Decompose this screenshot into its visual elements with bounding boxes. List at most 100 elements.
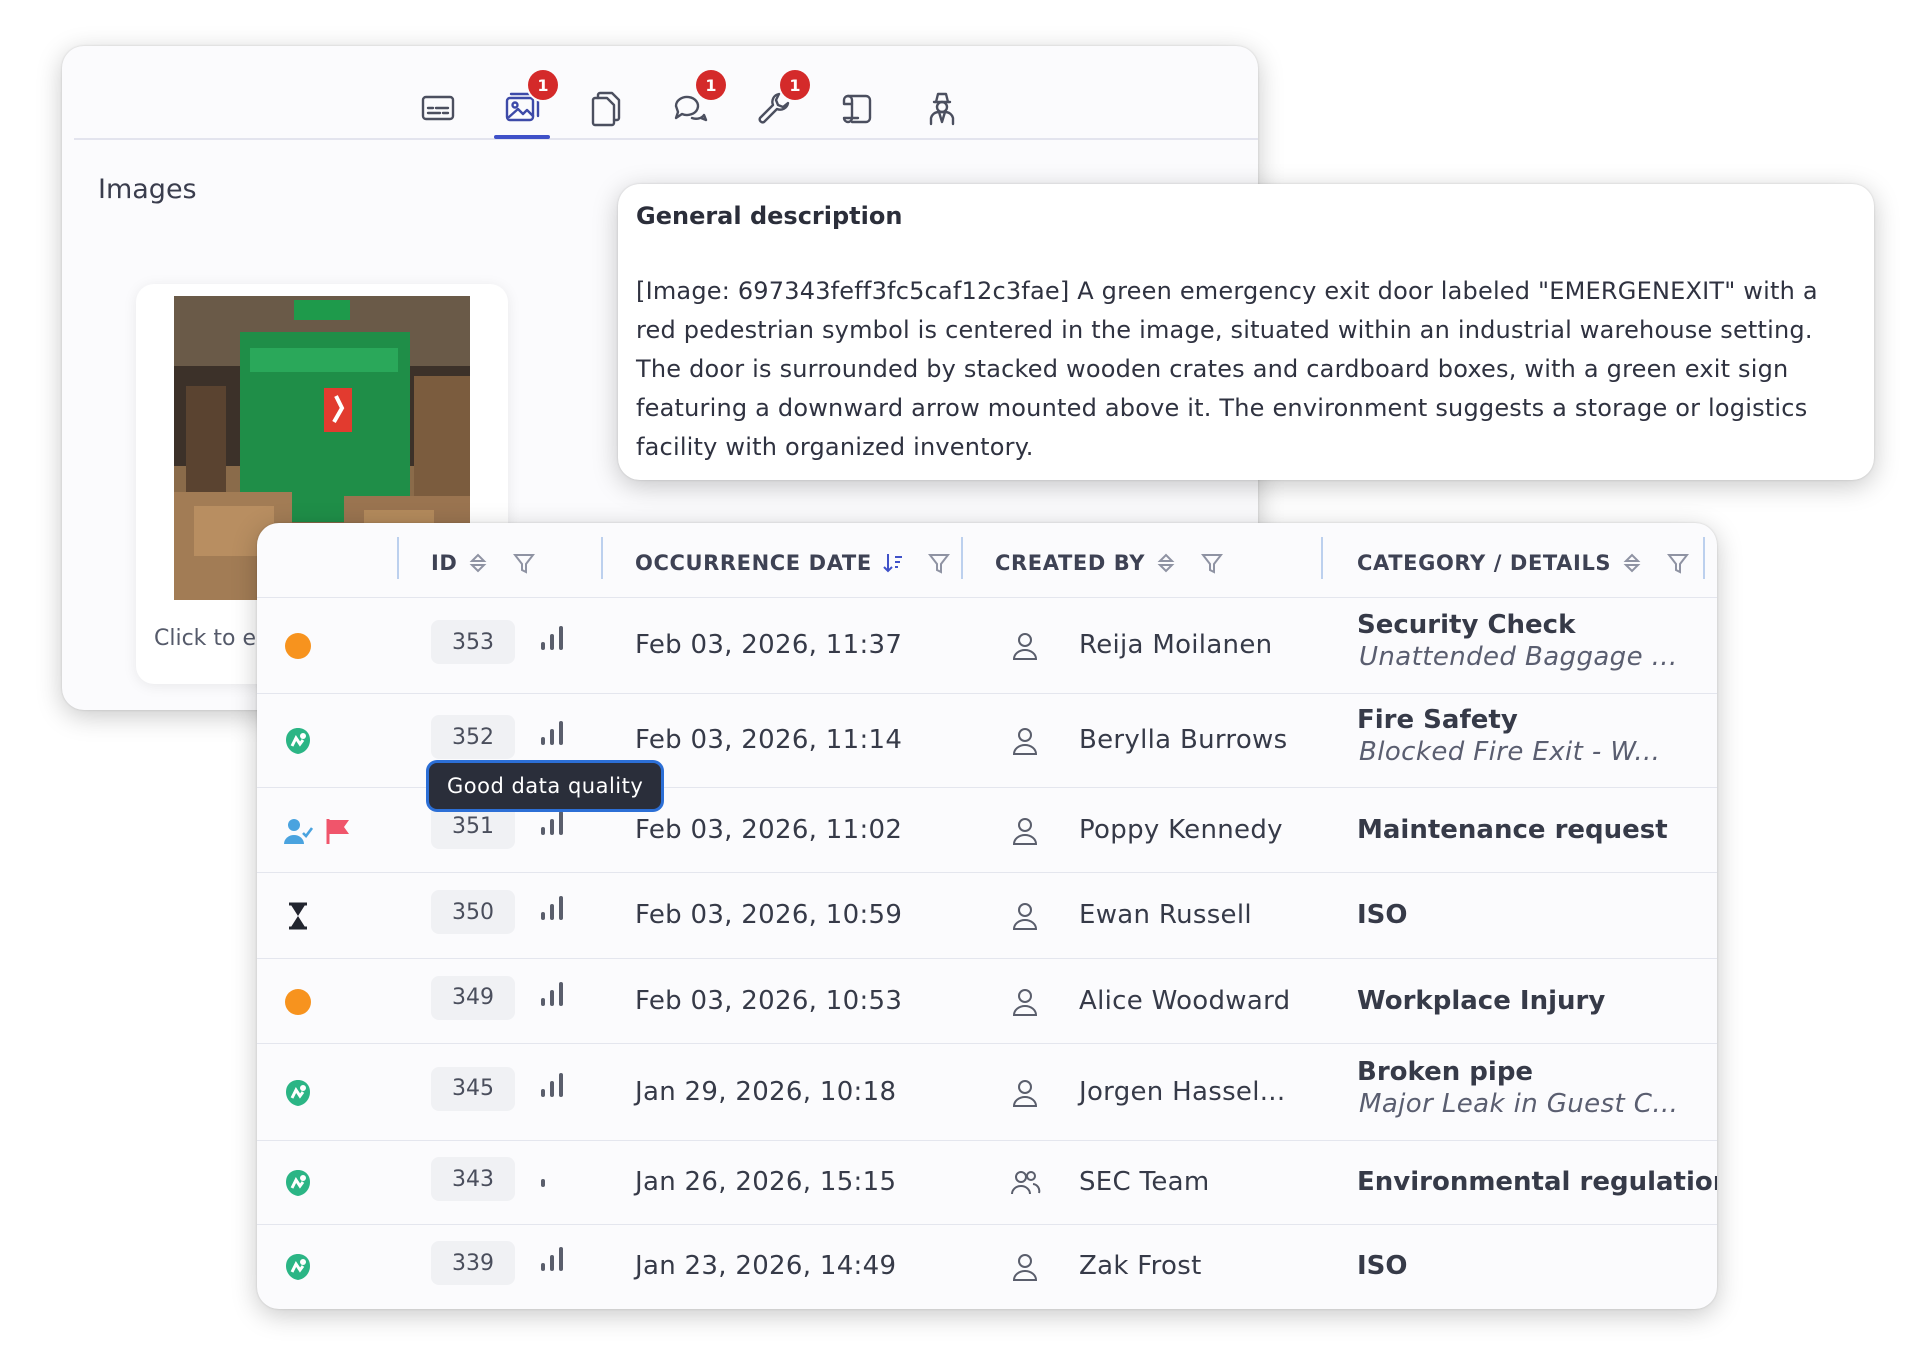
data-quality-icon[interactable] bbox=[537, 892, 567, 922]
table-row[interactable]: 350 Feb 03, 2026, 10:59 Ewan Russell ISO bbox=[257, 872, 1717, 959]
table-row[interactable]: 343 Jan 26, 2026, 15:15 SEC Team Environmen… bbox=[257, 1140, 1717, 1225]
column-divider bbox=[601, 537, 603, 579]
table-row[interactable]: 339 Jan 23, 2026, 14:49 Zak Frost ISO bbox=[257, 1224, 1717, 1309]
tab-documents[interactable] bbox=[578, 80, 634, 136]
occurrence-date: Feb 03, 2026, 11:14 bbox=[635, 725, 903, 755]
data-quality-icon[interactable] bbox=[537, 1069, 567, 1099]
category: ISO bbox=[1357, 900, 1408, 930]
tab-details[interactable] bbox=[410, 80, 466, 136]
table-row[interactable]: 353 Feb 03, 2026, 11:37 Reija Moilanen Secu… bbox=[257, 597, 1717, 694]
person-icon bbox=[1009, 1251, 1041, 1283]
team-icon bbox=[1009, 1167, 1041, 1199]
tab-route[interactable] bbox=[830, 80, 886, 136]
sort-icon[interactable] bbox=[467, 551, 489, 575]
header-category-label: CATEGORY / DETAILS bbox=[1357, 551, 1612, 575]
category-detail: Blocked Fire Exit - W... bbox=[1359, 737, 1661, 767]
category-detail: Unattended Baggage ... bbox=[1359, 642, 1678, 672]
details-icon bbox=[421, 95, 455, 121]
occurrence-date: Jan 23, 2026, 14:49 bbox=[635, 1251, 897, 1281]
category: Workplace Injury bbox=[1357, 985, 1606, 1016]
green-shield-icon bbox=[283, 1252, 313, 1282]
person-icon bbox=[1009, 900, 1041, 932]
description-text: [Image: 697343feff3fc5caf12c3fae] A gree… bbox=[636, 277, 1818, 461]
tab-bar: 1 1 1 bbox=[74, 46, 1258, 140]
data-quality-icon[interactable] bbox=[537, 717, 567, 747]
user-check-icon bbox=[283, 816, 314, 846]
occurrence-date: Jan 29, 2026, 10:18 bbox=[635, 1076, 897, 1107]
table-row[interactable]: 349 Feb 03, 2026, 10:53 Alice Woodward Work… bbox=[257, 958, 1717, 1044]
data-quality-icon[interactable] bbox=[537, 1159, 567, 1189]
filter-icon[interactable] bbox=[927, 551, 950, 575]
description-popup: General description [Image: 697343feff3f… bbox=[618, 184, 1874, 480]
header-id-label: ID bbox=[431, 551, 458, 575]
flag-icon[interactable] bbox=[323, 816, 353, 846]
tab-actions[interactable]: 1 bbox=[746, 70, 810, 136]
occurrence-date: Feb 03, 2026, 10:53 bbox=[635, 985, 903, 1016]
occurrence-date: Feb 03, 2026, 11:37 bbox=[635, 630, 903, 660]
filter-icon[interactable] bbox=[1201, 551, 1224, 575]
category-detail: Major Leak in Guest C... bbox=[1359, 1088, 1679, 1119]
data-quality-icon[interactable] bbox=[537, 807, 567, 837]
tab-comments[interactable]: 1 bbox=[662, 70, 726, 136]
filter-icon[interactable] bbox=[1667, 551, 1690, 575]
created-by: Poppy Kennedy bbox=[1079, 814, 1283, 845]
person-icon bbox=[1009, 1077, 1041, 1109]
created-by: Alice Woodward bbox=[1079, 985, 1291, 1016]
orange-dot-icon bbox=[283, 987, 313, 1017]
sort-descending-icon[interactable] bbox=[882, 551, 904, 575]
tab-images[interactable]: 1 bbox=[494, 70, 558, 139]
header-created-by-label: CREATED BY bbox=[995, 551, 1146, 575]
id-chip[interactable]: 350 bbox=[431, 890, 515, 934]
data-quality-icon[interactable] bbox=[537, 1243, 567, 1273]
green-shield-icon bbox=[283, 726, 313, 756]
category: Fire Safety bbox=[1357, 705, 1518, 735]
documents-icon bbox=[591, 91, 621, 127]
image-caption[interactable]: Click to e bbox=[154, 626, 256, 651]
id-chip[interactable]: 352 bbox=[431, 715, 515, 759]
created-by: Zak Frost bbox=[1079, 1251, 1202, 1281]
filter-icon[interactable] bbox=[513, 551, 536, 575]
actions-badge: 1 bbox=[780, 70, 810, 100]
created-by: SEC Team bbox=[1079, 1167, 1210, 1197]
occurrence-date: Jan 26, 2026, 15:15 bbox=[635, 1167, 897, 1197]
header-id[interactable]: ID bbox=[431, 551, 536, 575]
created-by: Ewan Russell bbox=[1079, 900, 1252, 930]
id-chip[interactable]: 353 bbox=[431, 620, 515, 664]
category: Maintenance request bbox=[1357, 814, 1668, 845]
created-by: Berylla Burrows bbox=[1079, 725, 1288, 755]
data-quality-icon[interactable] bbox=[537, 622, 567, 652]
category: ISO bbox=[1357, 1251, 1408, 1281]
investigator-icon bbox=[929, 92, 955, 126]
data-quality-icon[interactable] bbox=[537, 978, 567, 1008]
id-chip[interactable]: 339 bbox=[431, 1241, 515, 1285]
id-chip[interactable]: 343 bbox=[431, 1157, 515, 1201]
column-divider bbox=[1321, 537, 1323, 579]
images-section-title: Images bbox=[98, 174, 197, 205]
id-chip[interactable]: 349 bbox=[431, 975, 515, 1020]
sort-icon[interactable] bbox=[1155, 551, 1177, 575]
incident-table: ID OCCURRENCE DATE CREATED BY CATEGORY /… bbox=[257, 523, 1717, 1309]
green-shield-icon bbox=[283, 1168, 313, 1198]
orange-dot-icon bbox=[283, 631, 313, 661]
route-icon bbox=[842, 94, 872, 124]
person-icon bbox=[1009, 630, 1041, 662]
person-icon bbox=[1009, 986, 1041, 1018]
created-by: Reija Moilanen bbox=[1079, 630, 1273, 660]
sort-icon[interactable] bbox=[1621, 551, 1643, 575]
header-created-by[interactable]: CREATED BY bbox=[995, 551, 1224, 575]
person-icon bbox=[1009, 725, 1041, 757]
occurrence-date: Feb 03, 2026, 10:59 bbox=[635, 900, 903, 930]
header-category-details[interactable]: CATEGORY / DETAILS bbox=[1357, 551, 1690, 575]
column-divider bbox=[397, 537, 399, 579]
created-by: Jorgen Hassel... bbox=[1079, 1076, 1286, 1107]
id-chip[interactable]: 345 bbox=[431, 1066, 515, 1111]
table-header: ID OCCURRENCE DATE CREATED BY CATEGORY /… bbox=[257, 523, 1717, 601]
header-occurrence-date[interactable]: OCCURRENCE DATE bbox=[635, 551, 950, 575]
category: Environmental regulation bbox=[1357, 1167, 1717, 1197]
column-divider bbox=[1703, 537, 1705, 579]
table-row[interactable]: 345 Jan 29, 2026, 10:18 Jorgen Hassel... Br… bbox=[257, 1043, 1717, 1141]
tab-investigator[interactable] bbox=[914, 80, 970, 136]
id-chip[interactable]: 351 bbox=[431, 804, 515, 849]
category: Security Check bbox=[1357, 610, 1576, 640]
category: Broken pipe bbox=[1357, 1056, 1534, 1087]
